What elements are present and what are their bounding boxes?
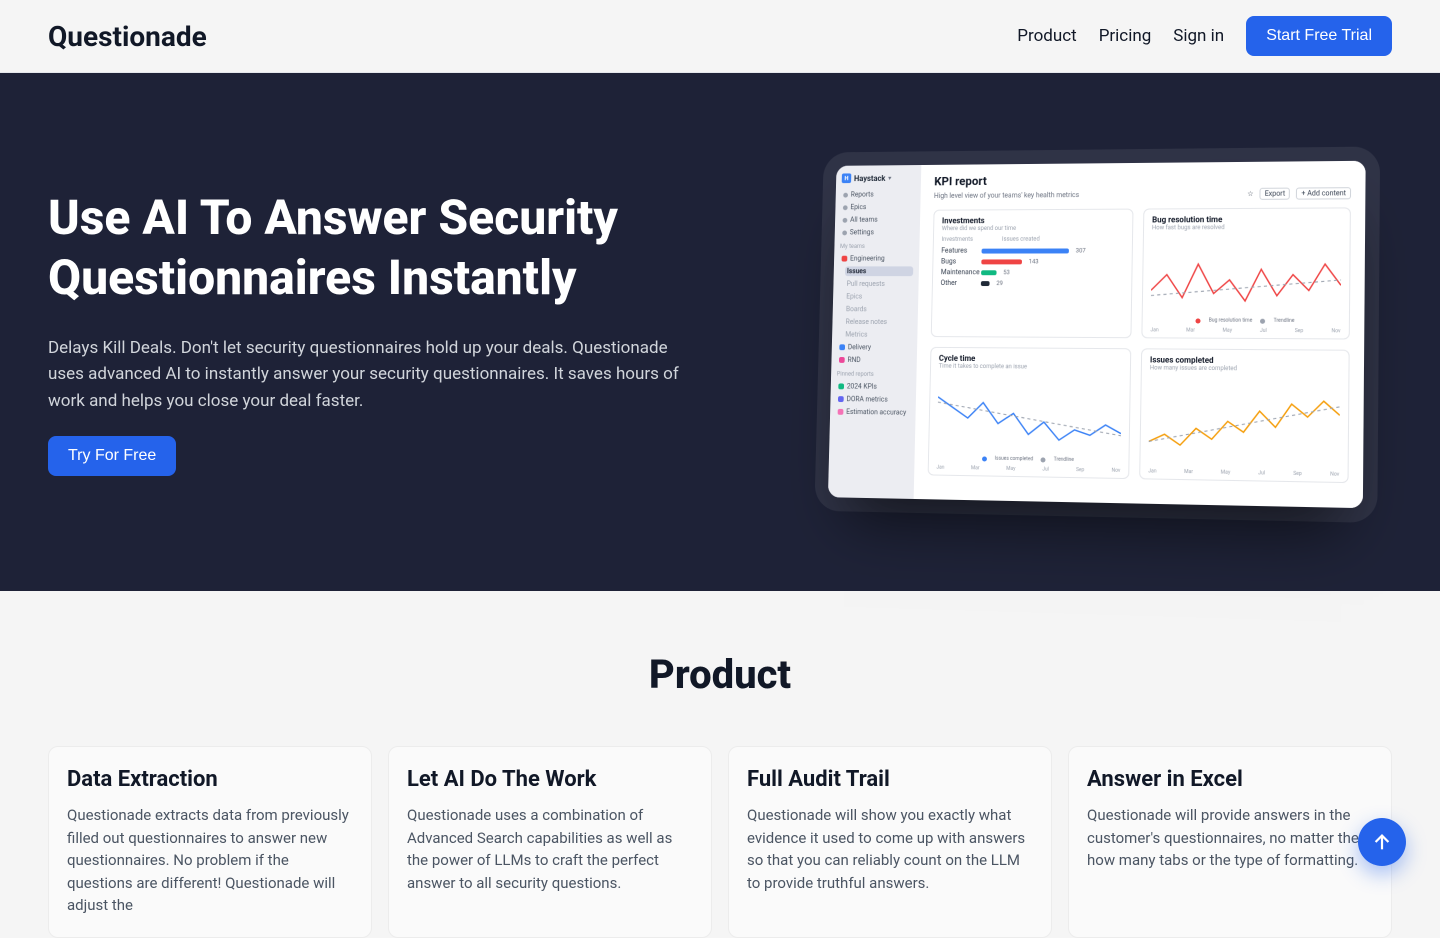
add-content-button: + Add content xyxy=(1296,187,1351,199)
sidebar-item-settings: Settings xyxy=(840,227,914,237)
col-header: Issues created xyxy=(1002,236,1040,243)
sidebar-section-myteams: My teams xyxy=(840,243,914,250)
scroll-to-top-button[interactable] xyxy=(1358,818,1406,866)
sidebar-team-engineering: Engineering xyxy=(840,254,914,264)
hero-cta-button[interactable]: Try For Free xyxy=(48,436,176,476)
hero-body: Delays Kill Deals. Don't let security qu… xyxy=(48,335,688,414)
dashboard-main: KPI report High level view of your teams… xyxy=(914,161,1366,508)
panel-cycle-time: Cycle time Time it takes to complete an … xyxy=(928,347,1132,479)
card-answer-excel: Answer in Excel Questionade will provide… xyxy=(1068,746,1392,938)
hero-copy: Use AI To Answer Security Questionnaires… xyxy=(48,188,708,476)
dashboard-screenshot: H Haystack ▾ Reports Epics All teams Set… xyxy=(828,161,1366,508)
product-heading: Product xyxy=(48,651,1392,698)
team-color-icon xyxy=(842,256,848,262)
chevron-down-icon: ▾ xyxy=(888,175,891,182)
report-color-icon xyxy=(838,383,844,389)
card-audit-trail: Full Audit Trail Questionade will show y… xyxy=(728,746,1052,938)
nav-link-signin[interactable]: Sign in xyxy=(1173,26,1224,46)
haystack-logo-icon: H xyxy=(842,173,852,183)
start-free-trial-button[interactable]: Start Free Trial xyxy=(1246,16,1392,56)
bar-row-maint: Maintenance 53 xyxy=(941,268,1124,276)
sidebar-pinned-dora: DORA metrics xyxy=(836,394,910,405)
dashboard-brand-label: Haystack xyxy=(854,174,886,183)
card-title: Data Extraction xyxy=(67,767,353,792)
panel-subtitle: How many issues are completed xyxy=(1150,364,1340,373)
panel-investments: Investments Where did we spend our time … xyxy=(931,209,1134,339)
team-icon xyxy=(843,217,848,222)
product-section: Product Data Extraction Questionade extr… xyxy=(0,591,1440,938)
sidebar-pinned-estimation: Estimation accuracy xyxy=(836,407,910,418)
sidebar-item-epics: Epics xyxy=(841,202,915,212)
team-color-icon xyxy=(839,357,845,363)
dashboard-title: KPI report xyxy=(934,171,1351,188)
col-header: Investments xyxy=(941,236,973,243)
export-button: Export xyxy=(1260,188,1291,200)
card-title: Let AI Do The Work xyxy=(407,767,693,792)
line-chart-icon xyxy=(1151,243,1342,317)
sidebar-subitem-boards: Boards xyxy=(844,304,912,314)
legend-dot-icon xyxy=(1260,318,1265,323)
line-chart-icon xyxy=(937,381,1122,456)
panel-subtitle: Where did we spend our time xyxy=(942,225,1125,233)
sidebar-subitem-releasenotes: Release notes xyxy=(844,317,912,327)
sidebar-subitem-epics: Epics xyxy=(844,292,912,302)
hero-illustration: H Haystack ▾ Reports Epics All teams Set… xyxy=(792,162,1392,502)
sidebar-subitem-prs: Pull requests xyxy=(845,279,913,289)
sidebar-pinned-kpis: 2024 KPIs xyxy=(836,381,910,392)
star-icon: ☆ xyxy=(1247,190,1253,198)
sidebar-item-reports: Reports xyxy=(841,189,915,199)
brand-logo[interactable]: Questionade xyxy=(48,20,207,53)
legend-dot-icon xyxy=(1041,457,1046,462)
site-header: Questionade Product Pricing Sign in Star… xyxy=(0,0,1440,73)
dashboard-actions: ☆ Export + Add content xyxy=(1247,187,1351,200)
card-body: Questionade uses a combination of Advanc… xyxy=(407,804,693,894)
card-body: Questionade will provide answers in the … xyxy=(1087,804,1373,872)
top-nav: Product Pricing Sign in Start Free Trial xyxy=(1017,16,1392,56)
card-body: Questionade will show you exactly what e… xyxy=(747,804,1033,894)
dashboard-brand: H Haystack ▾ xyxy=(842,173,916,183)
panel-issues-completed: Issues completed How many issues are com… xyxy=(1139,348,1350,483)
panel-bug-resolution: Bug resolution time How fast bugs are re… xyxy=(1141,207,1351,339)
sidebar-team-delivery: Delivery xyxy=(837,342,911,352)
bar-icon xyxy=(981,281,990,286)
team-color-icon xyxy=(839,344,845,350)
sidebar-team-rnd: RND xyxy=(837,355,911,365)
arrow-up-icon xyxy=(1371,831,1393,853)
bar-icon xyxy=(981,259,1022,264)
bar-row-bugs: Bugs 143 xyxy=(941,257,1124,265)
card-let-ai: Let AI Do The Work Questionade uses a co… xyxy=(388,746,712,938)
bar-icon xyxy=(982,248,1069,253)
gear-icon xyxy=(842,230,847,235)
panel-subtitle: How fast bugs are resolved xyxy=(1152,224,1342,232)
card-data-extraction: Data Extraction Questionade extracts dat… xyxy=(48,746,372,938)
x-axis-labels: JanMarMayJulSepNov xyxy=(936,465,1120,474)
legend-dot-icon xyxy=(1196,318,1201,323)
bar-icon xyxy=(981,270,997,275)
sidebar-subitem-metrics: Metrics xyxy=(843,330,911,340)
bar-row-features: Features 307 xyxy=(941,246,1124,254)
chart-legend: Bug resolution time Trendline xyxy=(1143,317,1349,324)
hero-title: Use AI To Answer Security Questionnaires… xyxy=(48,188,708,309)
product-cards: Data Extraction Questionade extracts dat… xyxy=(48,746,1392,938)
card-title: Answer in Excel xyxy=(1087,767,1373,792)
panel-subtitle: Time it takes to complete an issue xyxy=(939,363,1122,372)
card-title: Full Audit Trail xyxy=(747,767,1033,792)
dashboard-sidebar: H Haystack ▾ Reports Epics All teams Set… xyxy=(828,165,921,499)
x-axis-labels: JanMarMayJulSepNov xyxy=(1150,327,1340,334)
x-axis-labels: JanMarMayJulSepNov xyxy=(1148,468,1339,477)
dashboard-subtitle: High level view of your teams' key healt… xyxy=(934,191,1079,200)
report-color-icon xyxy=(838,409,844,415)
bar-chart-icon xyxy=(843,192,848,197)
sidebar-section-pinned: Pinned reports xyxy=(837,371,911,379)
report-color-icon xyxy=(838,396,844,402)
legend-dot-icon xyxy=(982,456,987,461)
nav-link-product[interactable]: Product xyxy=(1017,26,1076,46)
hero-section: Use AI To Answer Security Questionnaires… xyxy=(0,73,1440,591)
sidebar-item-allteams: All teams xyxy=(841,215,915,225)
nav-link-pricing[interactable]: Pricing xyxy=(1099,26,1152,46)
bar-row-other: Other 29 xyxy=(940,279,1123,287)
sidebar-subitem-issues: Issues xyxy=(845,266,913,276)
line-chart-icon xyxy=(1148,384,1340,461)
flag-icon xyxy=(843,205,848,210)
